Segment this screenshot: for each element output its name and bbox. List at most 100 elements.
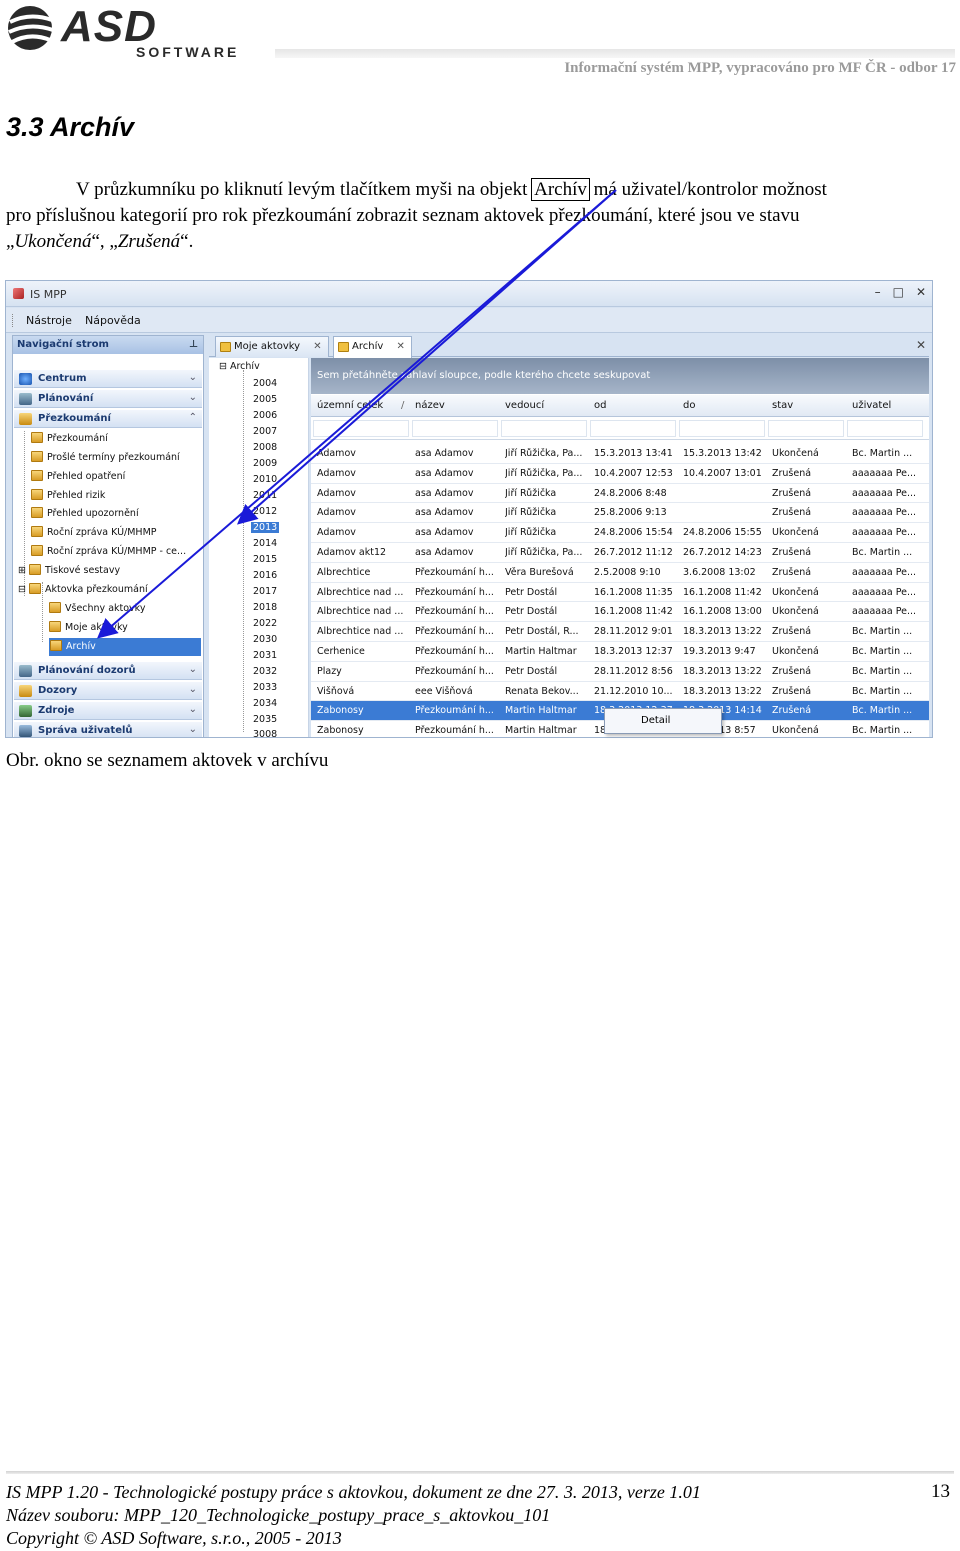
expand-icon[interactable]: ⊞ [18,565,29,576]
group-dozory[interactable]: Dozory ⌄ [14,682,202,700]
chevron-down-icon[interactable]: ⌄ [189,704,197,715]
group-prezkoumani[interactable]: Přezkoumání ⌃ [14,410,202,428]
group-planovani-dozoru[interactable]: Plánování dozorů ⌄ [14,662,202,680]
year-item[interactable]: 2006 [253,410,277,421]
year-item[interactable]: 2035 [253,714,277,725]
tree-item-prehled-rizik[interactable]: Přehled rizik [31,489,105,501]
year-item[interactable]: 2014 [253,538,277,549]
table-cell: Ukončená [772,606,819,618]
table-row[interactable]: Albrechtice Přezkoumání h... Věra Burešová… [311,563,929,583]
maximize-button[interactable]: □ [893,285,904,299]
year-item[interactable]: 2016 [253,570,277,581]
tree-label: Roční zpráva KÚ/MHMP - ce... [47,546,187,557]
year-item[interactable]: 2030 [253,634,277,645]
group-centrum[interactable]: Centrum ⌄ [14,370,202,388]
table-row[interactable]: Adamov akt12 asa Adamov Jiří Růžička, Pa..… [311,543,929,563]
context-menu-detail[interactable]: Detail [604,708,722,734]
year-item-selected[interactable]: 2013 [251,522,280,533]
menu-napoveda[interactable]: Nápověda [85,314,141,327]
document-icon [49,602,61,613]
year-item[interactable]: 2005 [253,394,277,405]
table-row[interactable]: Albrechtice nad ... Přezkoumání h... Petr … [311,602,929,623]
table-row[interactable]: Albrechtice nad ... Přezkoumání h... Petr … [311,583,929,603]
filter-input[interactable] [412,420,498,437]
chevron-up-icon[interactable]: ⌃ [189,412,197,423]
filter-input[interactable] [679,420,765,437]
tab-archiv[interactable]: Archív ✕ [333,336,412,358]
column-header[interactable]: vedoucí [505,400,544,411]
tree-item-tiskove-sestavy[interactable]: ⊞ Tiskové sestavy [18,564,120,576]
close-all-tabs-icon[interactable]: ✕ [916,338,926,352]
year-item[interactable]: 2008 [253,442,277,453]
column-header[interactable]: územní celek [317,400,383,411]
close-icon[interactable]: ✕ [396,341,404,352]
table-row[interactable]: Adamov asa Adamov Jiří Růžička 24.8.2006 15… [311,523,929,543]
year-item[interactable]: 2018 [253,602,277,613]
column-header[interactable]: název [415,400,445,411]
year-item[interactable]: 2032 [253,666,277,677]
filter-input[interactable] [847,420,923,437]
table-row[interactable]: Albrechtice nad ... Přezkoumání h... Petr … [311,622,929,642]
table-row[interactable]: Adamov asa Adamov Jiří Růžička 24.8.2006 8:… [311,484,929,504]
tab-moje-aktovky[interactable]: Moje aktovky ✕ [215,336,329,357]
year-item[interactable]: 2022 [253,618,277,629]
tree-item-rocni-zprava[interactable]: Roční zpráva KÚ/MHMP [31,526,157,538]
table-row[interactable]: Plazy Přezkoumání h... Petr Dostál 28.11.20… [311,662,929,682]
tree-item-rocni-zprava-ce[interactable]: Roční zpráva KÚ/MHMP - ce... [31,545,186,557]
table-row[interactable]: Adamov asa Adamov Jiří Růžička 25.8.2006 9:… [311,503,929,524]
menu-nastroje[interactable]: Nástroje [26,314,72,327]
column-header[interactable]: stav [772,400,793,411]
group-sprava-uzivatelu[interactable]: Správa uživatelů ⌄ [14,722,202,737]
table-cell: aaaaaaa Pe... [852,467,917,479]
chevron-down-icon[interactable]: ⌄ [189,392,197,403]
app-title: IS MPP [30,288,67,301]
collapse-icon[interactable]: ⊟ [219,361,230,372]
table-row[interactable]: Višňová eee Višňová Renata Bekov... 21.12.2… [311,682,929,702]
tree-item-moje-aktovky[interactable]: Moje aktovky [49,621,128,633]
column-header[interactable]: uživatel [852,400,891,411]
filter-input[interactable] [768,420,844,437]
year-item[interactable]: 2009 [253,458,277,469]
year-item[interactable]: 3008 [253,729,277,737]
close-icon[interactable]: ✕ [313,341,321,352]
minimize-button[interactable]: – [875,285,881,299]
close-button[interactable]: ✕ [916,285,926,299]
year-item[interactable]: 2033 [253,682,277,693]
year-item[interactable]: 2007 [253,426,277,437]
table-row[interactable]: Adamov asa Adamov Jiří Růžička, Pa... 15.3.… [311,444,929,464]
year-item[interactable]: 2011 [253,490,277,501]
table-row[interactable]: Adamov asa Adamov Jiří Růžička, Pa... 10.4.… [311,464,929,484]
chevron-down-icon[interactable]: ⌄ [189,684,197,695]
filter-input[interactable] [313,420,409,437]
year-item[interactable]: 2017 [253,586,277,597]
year-item[interactable]: 2004 [253,378,277,389]
table-row[interactable]: Cerhenice Přezkoumání h... Martin Haltmar 1… [311,642,929,662]
year-item[interactable]: 2010 [253,474,277,485]
filter-input[interactable] [590,420,676,437]
column-header[interactable]: od [594,400,606,411]
tree-item-prehled-upozorneni[interactable]: Přehled upozornění [31,507,139,519]
chevron-down-icon[interactable]: ⌄ [189,724,197,735]
group-planovani[interactable]: Plánování ⌄ [14,390,202,408]
group-by-band[interactable]: Sem přetáhněte záhlaví sloupce, podle kt… [311,358,929,394]
year-item[interactable]: 2034 [253,698,277,709]
year-root[interactable]: ⊟ Archív [219,361,260,372]
year-item[interactable]: 2012 [253,506,277,517]
collapse-icon[interactable]: ⊟ [18,584,29,595]
filter-input[interactable] [501,420,587,437]
year-item[interactable]: 2015 [253,554,277,565]
column-header[interactable]: do [683,400,695,411]
tree-item-prezkoumani[interactable]: Přezkoumání [31,432,108,444]
tree-item-aktovka[interactable]: ⊟ Aktovka přezkoumání [18,583,148,595]
tree-item-prehled-opatreni[interactable]: Přehled opatření [31,470,125,482]
year-item[interactable]: 2031 [253,650,277,661]
tree-item-prosle-terminy[interactable]: Prošlé termíny přezkoumání [31,451,180,463]
chevron-down-icon[interactable]: ⌄ [189,372,197,383]
pin-icon[interactable]: ⊥ [189,339,198,350]
group-zdroje[interactable]: Zdroje ⌄ [14,702,202,720]
table-cell: Jiří Růžička, Pa... [505,448,583,459]
tree-item-archiv[interactable]: Archív [49,638,201,656]
tree-item-vsechny-aktovky[interactable]: Všechny aktovky [49,602,145,614]
table-cell: aaaaaaa Pe... [852,527,917,539]
chevron-down-icon[interactable]: ⌄ [189,664,197,675]
